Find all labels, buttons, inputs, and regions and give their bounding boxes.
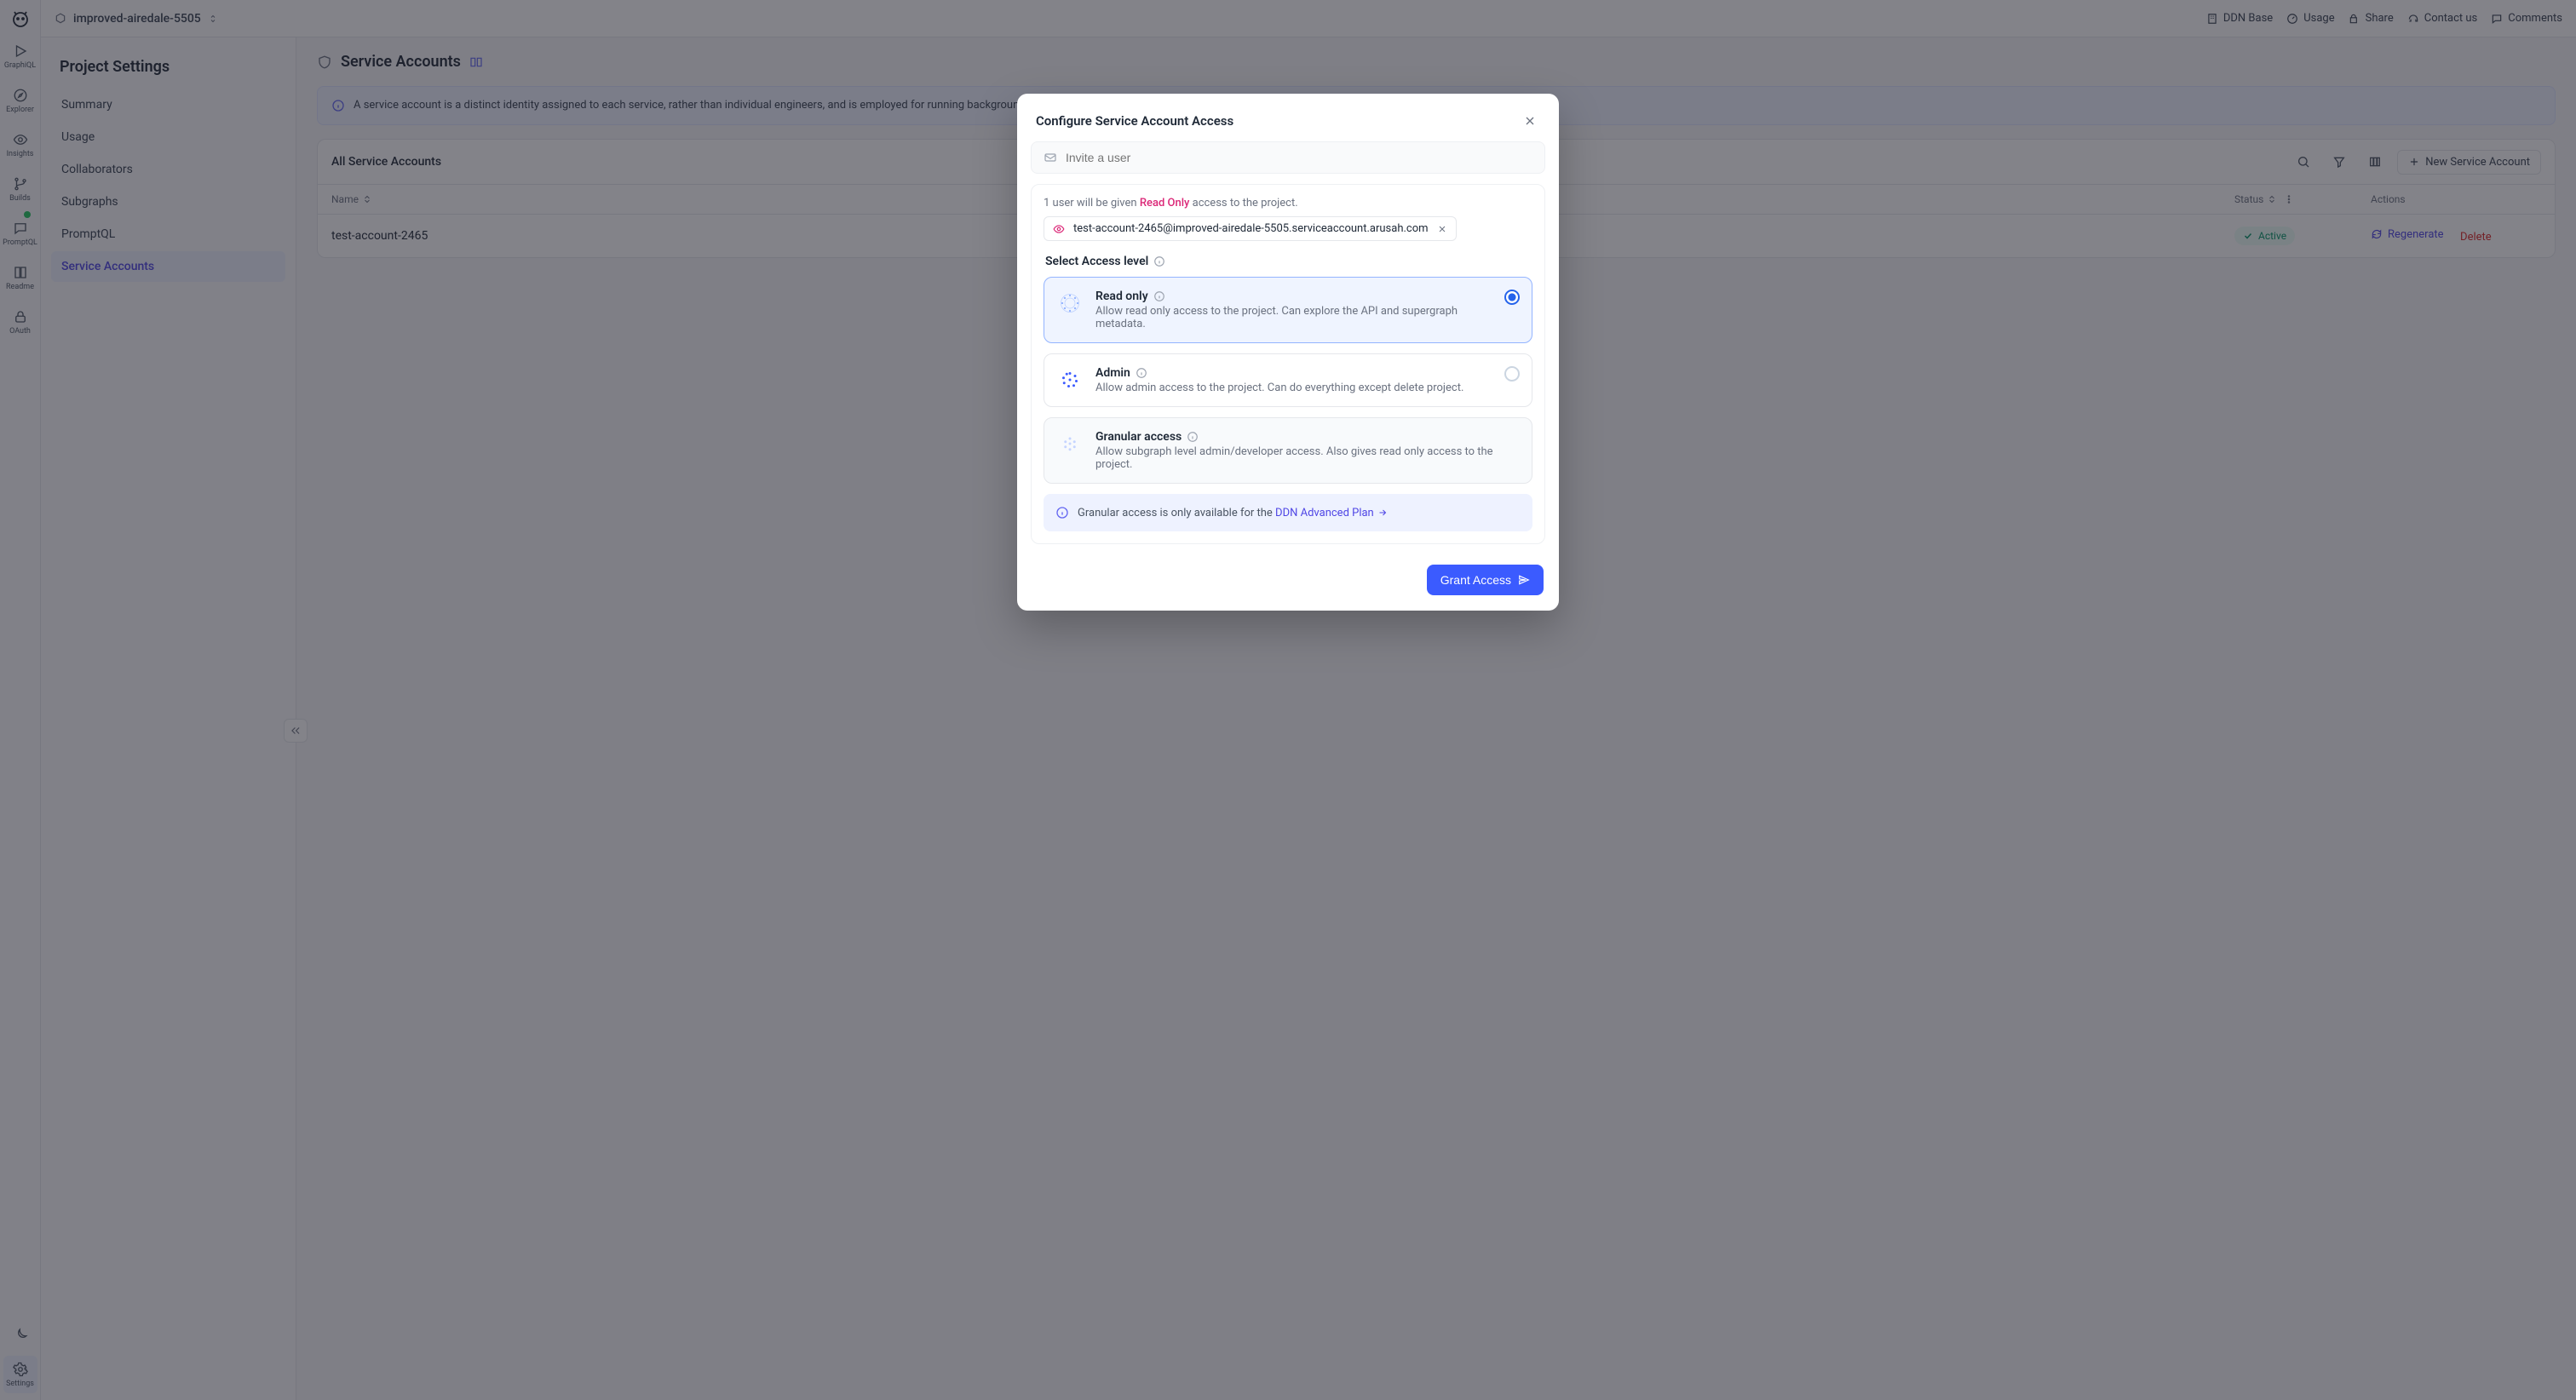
mail-icon — [1044, 151, 1057, 164]
chip-remove-button[interactable] — [1437, 224, 1447, 234]
close-icon — [1523, 114, 1537, 128]
readonly-icon — [1056, 290, 1084, 317]
modal-title: Configure Service Account Access — [1036, 113, 1233, 129]
plan-upgrade-banner: Granular access is only available for th… — [1044, 494, 1532, 531]
info-icon[interactable] — [1136, 367, 1147, 379]
invite-input-wrap — [1031, 141, 1545, 174]
info-icon[interactable] — [1187, 431, 1199, 443]
info-icon[interactable] — [1153, 290, 1165, 302]
close-icon — [1437, 224, 1447, 234]
plan-link[interactable]: DDN Advanced Plan — [1275, 507, 1388, 519]
configure-access-modal: Configure Service Account Access 1 user … — [1017, 94, 1559, 611]
radio-admin[interactable] — [1504, 366, 1520, 382]
access-hint: 1 user will be given Read Only access to… — [1044, 197, 1532, 209]
info-icon[interactable] — [1153, 255, 1165, 267]
access-option-admin[interactable]: Admin Allow admin access to the project.… — [1044, 353, 1532, 407]
radio-readonly[interactable] — [1504, 290, 1520, 305]
access-option-readonly[interactable]: Read only Allow read only access to the … — [1044, 277, 1532, 343]
access-level-label: Select Access level — [1045, 255, 1531, 268]
info-icon — [1055, 506, 1069, 519]
user-chip: test-account-2465@improved-airedale-5505… — [1044, 216, 1457, 241]
arrow-right-icon — [1377, 508, 1388, 518]
send-icon — [1518, 574, 1530, 586]
grant-access-button[interactable]: Grant Access — [1427, 565, 1544, 595]
eye-icon — [1053, 223, 1065, 235]
granular-icon — [1056, 430, 1084, 457]
chip-email: test-account-2465@improved-airedale-5505… — [1073, 222, 1429, 235]
admin-icon — [1056, 366, 1084, 393]
invite-input[interactable] — [1066, 151, 1532, 164]
modal-close-button[interactable] — [1520, 111, 1540, 131]
access-option-granular: Granular access Allow subgraph level adm… — [1044, 417, 1532, 484]
